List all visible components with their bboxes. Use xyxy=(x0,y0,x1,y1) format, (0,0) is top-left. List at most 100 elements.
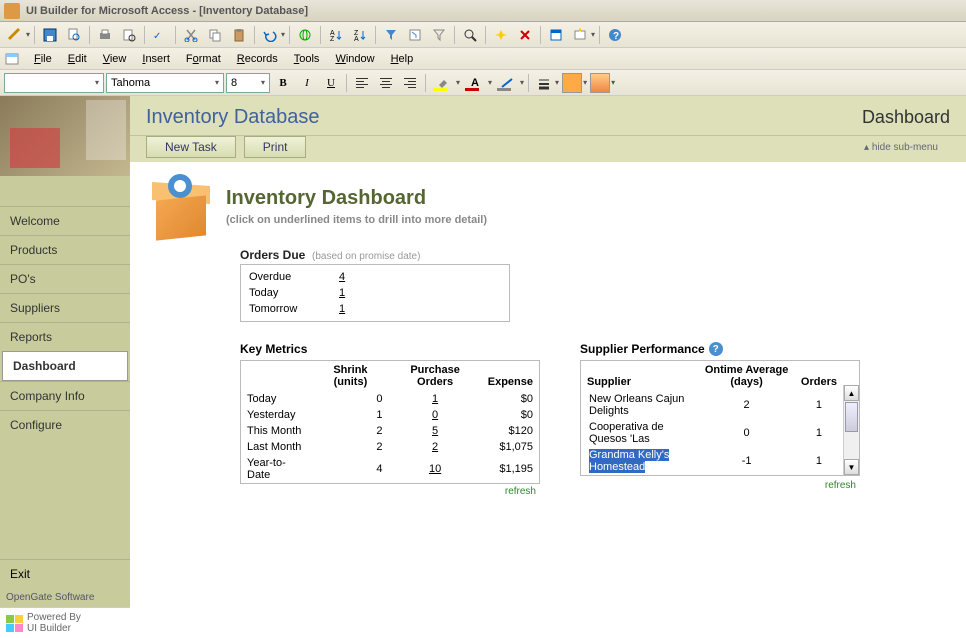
orders-overdue-link[interactable]: 4 xyxy=(339,271,345,283)
line-width-icon[interactable] xyxy=(533,72,555,94)
sort-asc-icon[interactable]: AZ xyxy=(325,24,347,46)
sidebar-item-pos[interactable]: PO's xyxy=(0,264,130,293)
scrollbar[interactable]: ▲ ▼ xyxy=(843,385,859,475)
page-section: Dashboard xyxy=(862,107,950,128)
table-row: Last Month22$1,075 xyxy=(241,439,539,455)
new-record-icon[interactable] xyxy=(490,24,512,46)
insert-hyperlink-icon[interactable] xyxy=(294,24,316,46)
svg-text:?: ? xyxy=(613,31,619,42)
sidebar: Welcome Products PO's Suppliers Reports … xyxy=(0,96,130,638)
metric-po-link[interactable]: 5 xyxy=(388,423,481,439)
print-button[interactable]: Print xyxy=(244,136,307,158)
sidebar-item-suppliers[interactable]: Suppliers xyxy=(0,293,130,322)
sort-desc-icon[interactable]: ZA xyxy=(349,24,371,46)
copy-icon[interactable] xyxy=(204,24,226,46)
menu-window[interactable]: Window xyxy=(327,50,382,68)
sidebar-item-company[interactable]: Company Info xyxy=(0,381,130,410)
supplier-refresh-link[interactable]: refresh xyxy=(580,478,860,493)
menu-insert[interactable]: Insert xyxy=(134,50,178,68)
sidebar-item-exit[interactable]: Exit xyxy=(0,559,130,588)
hide-submenu-link[interactable]: hide sub-menu xyxy=(864,142,950,153)
orders-row: Today1 xyxy=(249,285,501,301)
bold-button[interactable]: B xyxy=(272,72,294,94)
print-icon[interactable] xyxy=(94,24,116,46)
svg-text:Z: Z xyxy=(330,36,335,42)
table-row[interactable]: Grandma Kelly's Homestead-11 xyxy=(581,447,859,475)
dashboard-subtitle: (click on underlined items to drill into… xyxy=(226,214,487,226)
new-object-icon[interactable] xyxy=(569,24,591,46)
sidebar-item-reports[interactable]: Reports xyxy=(0,322,130,351)
orders-row: Tomorrow1 xyxy=(249,301,501,317)
save-icon[interactable] xyxy=(39,24,61,46)
scroll-up-icon[interactable]: ▲ xyxy=(844,385,859,401)
special-effect-icon[interactable] xyxy=(561,72,583,94)
menu-records[interactable]: Records xyxy=(229,50,286,68)
special-effect2-icon[interactable] xyxy=(589,72,611,94)
menu-view[interactable]: View xyxy=(95,50,135,68)
underline-button[interactable]: U xyxy=(320,72,342,94)
help-icon[interactable]: ? xyxy=(709,342,723,356)
undo-icon[interactable] xyxy=(259,24,281,46)
menu-edit[interactable]: Edit xyxy=(60,50,95,68)
paste-icon[interactable] xyxy=(228,24,250,46)
orders-due-label: Orders Due (based on promise date) xyxy=(240,248,946,262)
menu-tools[interactable]: Tools xyxy=(286,50,328,68)
form-icon[interactable] xyxy=(4,51,20,67)
orders-today-link[interactable]: 1 xyxy=(339,287,345,299)
page-title: Inventory Database xyxy=(146,106,319,129)
new-task-button[interactable]: New Task xyxy=(146,136,236,158)
spelling-icon[interactable]: ✓ xyxy=(149,24,171,46)
menubar: File Edit View Insert Format Records Too… xyxy=(0,48,966,70)
uibuilder-logo-icon xyxy=(6,615,23,632)
metric-po-link[interactable]: 1 xyxy=(388,391,481,407)
supplier-performance-box: Supplier Ontime Average (days) Orders Ne… xyxy=(580,360,860,476)
menu-format[interactable]: Format xyxy=(178,50,229,68)
main-toolbar: ▾ ✓ ▾ AZ ZA ▾ ? xyxy=(0,22,966,48)
svg-text:✓: ✓ xyxy=(153,31,161,42)
table-row: This Month25$120 xyxy=(241,423,539,439)
font-color-button[interactable]: A xyxy=(462,72,488,94)
database-window-icon[interactable] xyxy=(545,24,567,46)
metric-po-link[interactable]: 0 xyxy=(388,407,481,423)
table-row[interactable]: Cooperativa de Quesos 'Las01 xyxy=(581,419,859,447)
italic-button[interactable]: I xyxy=(296,72,318,94)
table-row: Yesterday10$0 xyxy=(241,407,539,423)
font-size-selector[interactable]: 8▾ xyxy=(226,73,270,93)
design-view-icon[interactable] xyxy=(4,24,26,46)
key-metrics-label: Key Metrics xyxy=(240,342,540,356)
menu-help[interactable]: Help xyxy=(383,50,422,68)
sidebar-item-configure[interactable]: Configure xyxy=(0,410,130,439)
find-icon[interactable] xyxy=(459,24,481,46)
powered-by: Powered ByUI Builder xyxy=(0,607,130,638)
table-row[interactable]: New Orleans Cajun Delights21 xyxy=(581,391,859,419)
filter-selection-icon[interactable] xyxy=(380,24,402,46)
orders-due-box: Overdue4 Today1 Tomorrow1 xyxy=(240,264,510,322)
sidebar-item-dashboard[interactable]: Dashboard xyxy=(2,351,128,381)
sub-toolbar: New Task Print hide sub-menu xyxy=(130,136,966,162)
sidebar-item-products[interactable]: Products xyxy=(0,235,130,264)
scroll-thumb[interactable] xyxy=(845,402,858,432)
line-color-button[interactable] xyxy=(494,72,520,94)
scroll-down-icon[interactable]: ▼ xyxy=(844,459,859,475)
cut-icon[interactable] xyxy=(180,24,202,46)
metric-po-link[interactable]: 10 xyxy=(388,455,481,483)
menu-file[interactable]: File xyxy=(26,50,60,68)
help-icon[interactable]: ? xyxy=(604,24,626,46)
fill-color-button[interactable] xyxy=(430,72,456,94)
metric-po-link[interactable]: 2 xyxy=(388,439,481,455)
font-selector[interactable]: Tahoma▾ xyxy=(106,73,224,93)
delete-record-icon[interactable] xyxy=(514,24,536,46)
brand-opengate: OpenGate Software xyxy=(0,588,130,607)
metrics-refresh-link[interactable]: refresh xyxy=(240,484,540,499)
align-left-icon[interactable] xyxy=(351,72,373,94)
toggle-filter-icon[interactable] xyxy=(428,24,450,46)
sidebar-item-welcome[interactable]: Welcome xyxy=(0,206,130,235)
object-selector[interactable]: ▾ xyxy=(4,73,104,93)
file-search-icon[interactable] xyxy=(63,24,85,46)
table-header-row: Shrink (units) Purchase Orders Expense xyxy=(241,361,539,391)
print-preview-icon[interactable] xyxy=(118,24,140,46)
align-right-icon[interactable] xyxy=(399,72,421,94)
filter-form-icon[interactable] xyxy=(404,24,426,46)
orders-tomorrow-link[interactable]: 1 xyxy=(339,303,345,315)
align-center-icon[interactable] xyxy=(375,72,397,94)
